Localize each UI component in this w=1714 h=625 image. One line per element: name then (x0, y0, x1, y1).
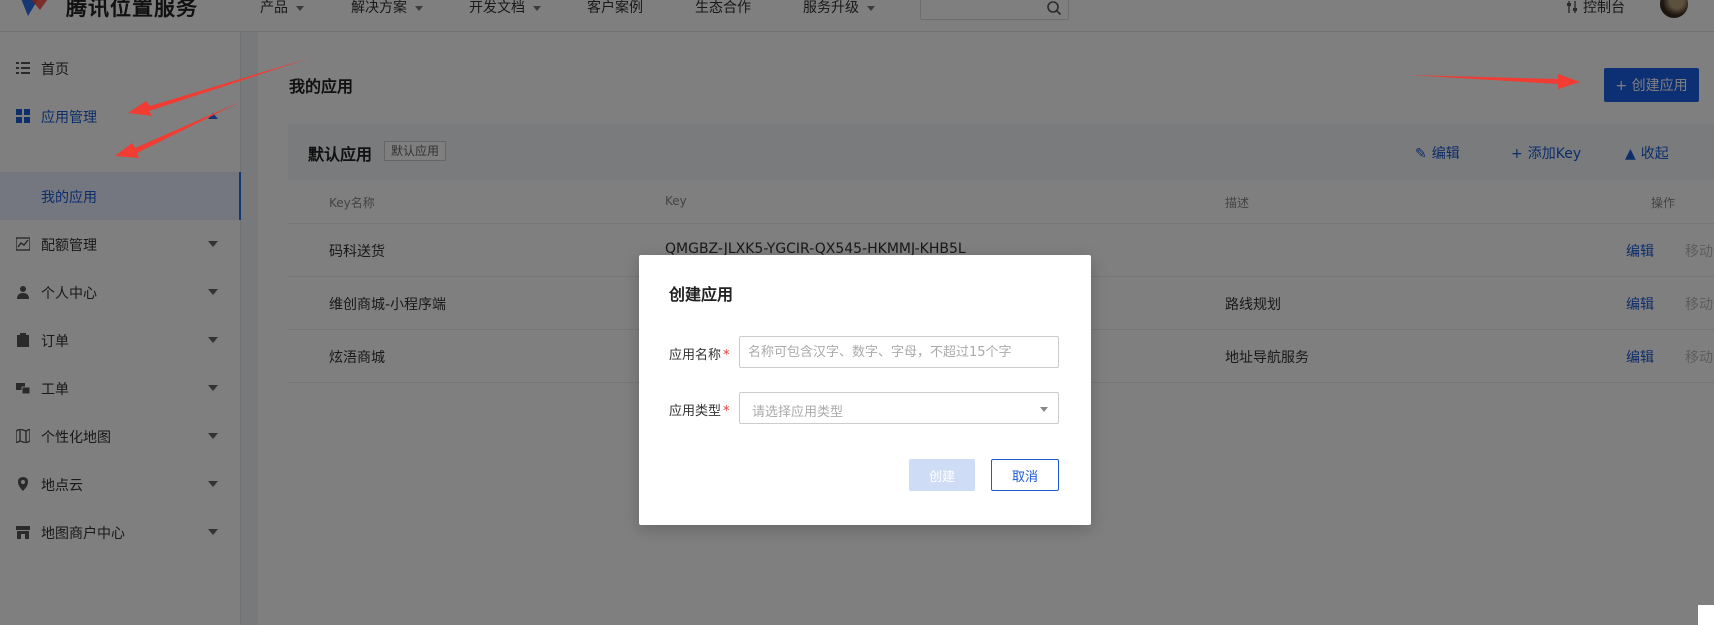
page-corner (1698, 605, 1714, 625)
required-mark: * (723, 404, 730, 419)
dialog-create-button[interactable]: 创建 (909, 459, 975, 491)
annotation-arrow-icon (1408, 74, 1580, 89)
select-placeholder: 请选择应用类型 (752, 405, 844, 420)
chevron-down-icon (1040, 407, 1048, 412)
required-mark: * (723, 348, 730, 363)
app-name-label: 应用名称 * (669, 348, 730, 363)
annotation-arrow-icon (128, 58, 310, 116)
dialog-title: 创建应用 (669, 285, 734, 304)
dialog-cancel-button[interactable]: 取消 (991, 459, 1059, 491)
app-type-label: 应用类型 * (669, 404, 730, 419)
app-type-select[interactable]: 请选择应用类型 (739, 392, 1059, 424)
app-name-input[interactable] (739, 336, 1059, 368)
create-app-dialog: 创建应用 应用名称* 应用类型* 请选择应用类型 创建 取消 (639, 255, 1091, 525)
